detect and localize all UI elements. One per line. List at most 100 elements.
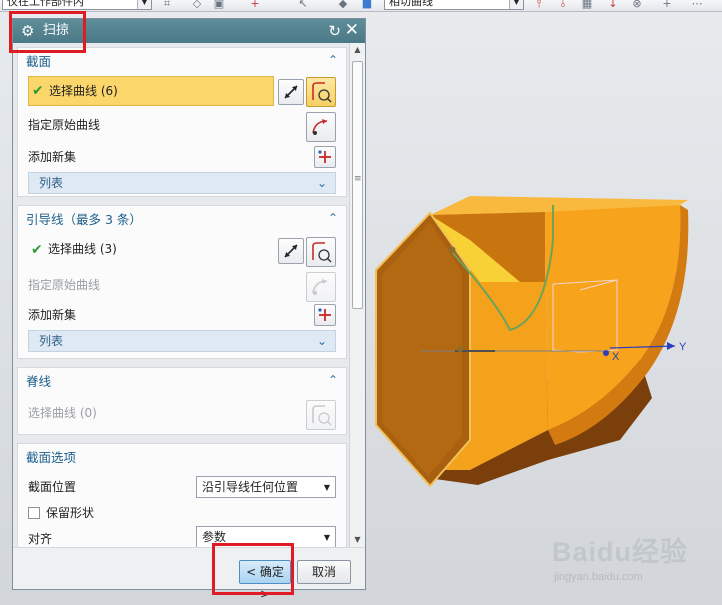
add-set-icon [318,308,331,321]
check-icon: ✔ [32,83,44,99]
scroll-down-icon[interactable]: ▼ [350,533,365,547]
chevron-down-icon: ▼ [137,0,151,9]
guide-curve-point [448,246,456,254]
section-specify-original-label: 指定原始曲线 [28,118,101,132]
selection-filter-dropdown[interactable]: 仅在工作部件内 ▼ [2,0,152,10]
stop-icon[interactable]: ⊗ [630,0,644,10]
spine-select-curve-label: 选择曲线 (0) [28,406,97,420]
chevron-down-icon: ⌄ [316,176,327,190]
toolbar-more-icon[interactable]: ⋯ [690,0,704,10]
section-add-new-set-row: 添加新集 [28,146,338,170]
preserve-shape-checkbox[interactable] [28,507,40,519]
dialog-scrollbar[interactable]: ▲ ▼ [349,43,365,547]
axis-y-label: Y [679,341,687,353]
guide-add-new-set-label: 添加新集 [28,308,77,322]
spine-curve-select-button [306,400,336,430]
collapse-up-icon[interactable]: ⌃ [328,372,338,388]
snap-point-icon[interactable]: + [660,0,674,10]
arrow-down-icon[interactable]: ↓ [606,0,620,10]
section-select-curve-label: 选择曲线 (6) [49,84,118,98]
3d-viewport[interactable]: X Y [366,12,722,532]
section-list-toggle[interactable]: 列表 ⌄ [28,172,336,194]
chevron-down-icon: ▼ [323,533,330,542]
ok-highlight-box [212,543,294,595]
intersect-icon[interactable]: ⫰ [556,0,570,10]
section-select-curve[interactable]: ✔ 选择曲线 (6) [28,76,274,106]
guide-specify-original-row: 指定原始曲线 [28,274,338,298]
chevron-down-icon: ⌄ [316,334,327,348]
reverse-direction-icon [284,85,298,99]
guide-group-title: 引导线（最多 3 条） [26,212,142,227]
spine-group-title: 脊线 [26,374,52,389]
axis-x-label: X [612,351,620,363]
cube-blue-icon[interactable]: ■ [360,0,374,10]
spine-group-header[interactable]: 脊线 ⌃ [18,368,346,394]
add-new-set-button[interactable] [314,146,336,168]
point-icon[interactable]: + [248,0,262,10]
origin-point [457,346,463,352]
guide-group: 引导线（最多 3 条） ⌃ ✔ 选择曲线 (3) 指定原始曲线 添加新集 列表 … [17,205,347,359]
scroll-up-icon[interactable]: ▲ [350,43,365,57]
chevron-down-icon: ▼ [509,0,523,9]
original-curve-icon [312,119,328,135]
section-position-value: 沿引导线任何位置 [202,480,299,494]
grid-icon[interactable]: ▦ [580,0,594,10]
section-list-label: 列表 [39,176,64,190]
section-position-dropdown[interactable]: 沿引导线任何位置 ▼ [196,476,336,498]
reverse-direction-button[interactable] [278,79,304,105]
select-icon[interactable]: ▣ [212,0,226,10]
section-specify-original-row: 指定原始曲线 [28,114,338,138]
x-axis-point [603,350,609,356]
collapse-up-icon[interactable]: ⌃ [328,52,338,68]
align-label: 对齐 [28,532,53,546]
specify-original-curve-button[interactable] [306,112,336,142]
cancel-button[interactable]: 取消 [297,560,351,584]
tangent-icon[interactable]: ⫯ [532,0,546,10]
snap-icon[interactable]: ◇ [190,0,204,10]
guide-specify-original-button [306,272,336,302]
curve-select-button[interactable] [306,77,336,107]
add-set-icon [318,150,331,163]
guide-specify-original-label: 指定原始曲线 [28,278,101,292]
section-group-title: 截面 [26,54,52,69]
guide-add-new-set-button[interactable] [314,304,336,326]
baidu-watermark: Baidu经验 jingyan.baidu.com [552,536,717,594]
sweep-dialog: ⚙ 扫掠 ↻ ✕ 截面 ⌃ ✔ 选择曲线 (6) 指定原始曲线 添加新集 列表 … [12,18,366,601]
cube-icon[interactable]: ◆ [336,0,350,10]
filter-icon[interactable]: ⌗ [160,0,174,10]
spine-select-curve: 选择曲线 (0) [28,402,338,426]
guide-list-toggle[interactable]: 列表 ⌄ [28,330,336,352]
section-options-header[interactable]: 截面选项 [18,444,346,470]
guide-add-new-set-row: 添加新集 [28,304,338,328]
check-icon: ✔ [31,242,43,258]
scroll-thumb[interactable] [352,61,363,309]
collapse-up-icon[interactable]: ⌃ [328,210,338,226]
section-options-title: 截面选项 [26,450,77,465]
guide-curve-select-button[interactable] [306,237,336,267]
guide-reverse-direction-button[interactable] [278,238,304,264]
chevron-down-icon: ▼ [323,483,330,492]
watermark-brand: Baidu经验 [552,537,689,567]
curve-select-icon [312,405,332,426]
curve-select-icon [312,82,332,103]
y-axis-arrow [667,342,675,350]
reverse-direction-icon [284,244,298,258]
title-highlight-box [9,11,86,53]
dialog-content: 截面 ⌃ ✔ 选择曲线 (6) 指定原始曲线 添加新集 列表 ⌄ 引导线（最多 … [13,43,349,547]
top-toolbar: 仅在工作部件内 ▼ ⌗ ◇ ▣ + ↖ ◆ ■ 相切曲线 ▼ ⫯ ⫰ ▦ ↓ ⊗… [0,0,722,12]
preserve-shape-label: 保留形状 [46,506,95,520]
curve-select-icon [312,242,332,263]
guide-select-curve-label: 选择曲线 (3) [48,242,117,256]
dialog-footer: < 确定 > 取消 [13,547,365,601]
guide-group-header[interactable]: 引导线（最多 3 条） ⌃ [18,206,346,232]
cursor-icon[interactable]: ↖ [296,0,310,10]
watermark-site: jingyan.baidu.com [554,571,643,583]
selection-filter-value: 仅在工作部件内 [7,0,84,8]
reset-icon[interactable]: ↻ [328,22,341,40]
section-options-group: 截面选项 截面位置 沿引导线任何位置 ▼ 保留形状 对齐 参数 ▼ [17,443,347,547]
close-icon[interactable]: ✕ [345,21,359,40]
curve-rule-dropdown[interactable]: 相切曲线 ▼ [384,0,524,10]
preserve-shape-row[interactable]: 保留形状 [28,502,338,526]
section-add-new-set-label: 添加新集 [28,150,77,164]
guide-list-label: 列表 [39,334,64,348]
